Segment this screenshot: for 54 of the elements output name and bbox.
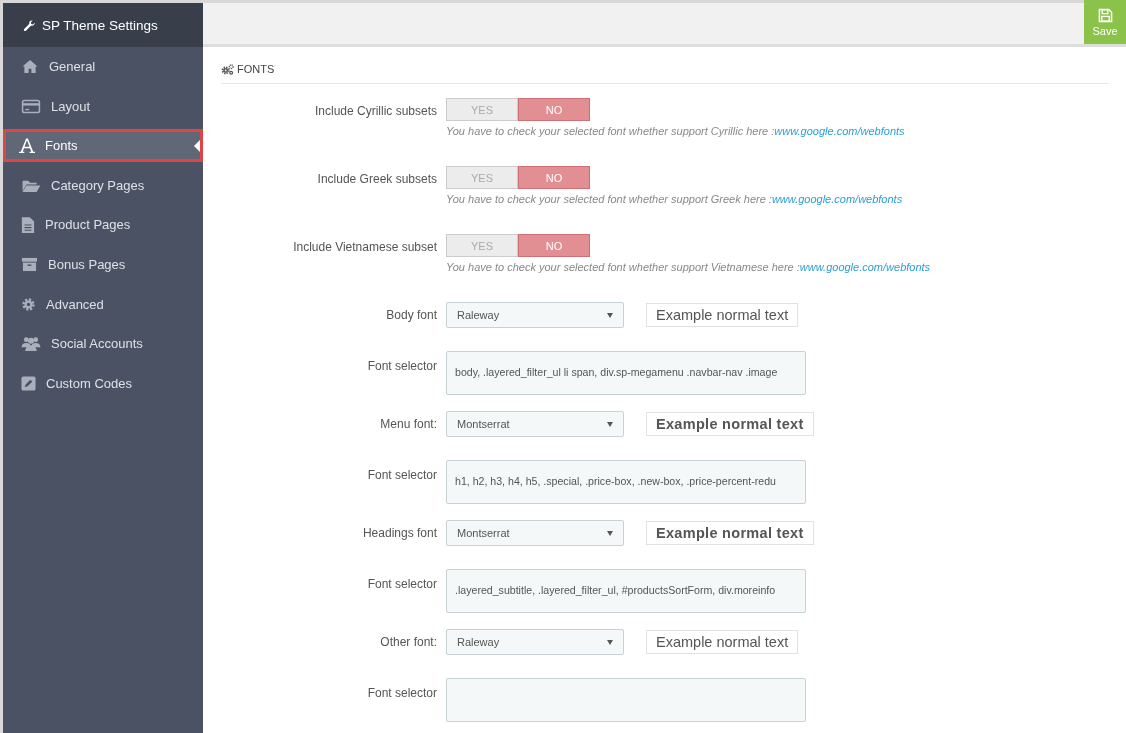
save-icon [1097, 7, 1113, 23]
field-label: Include Greek subsets [316, 171, 437, 186]
dropdown-arrow-icon [607, 639, 613, 645]
sidebar-item[interactable]: Fonts [3, 129, 203, 163]
dropdown-arrow-icon [607, 421, 613, 427]
font-dropdown[interactable]: Montserrat [446, 520, 624, 546]
sidebar-item[interactable]: Custom Codes [3, 363, 203, 404]
sidebar-item[interactable]: Bonus Pages [3, 244, 203, 285]
input-field[interactable]: .layered_subtitle, .layered_filter_ul, #productsSortForm, div.moreinfo [446, 569, 806, 613]
field-label: Font selector [366, 685, 437, 700]
font-dropdown[interactable]: Raleway [446, 302, 624, 328]
file-icon [21, 215, 35, 234]
font-preview: Example normal text [646, 303, 799, 327]
gear-icon [21, 296, 36, 312]
input-field[interactable] [446, 678, 806, 722]
input-field[interactable]: body, .layered_filter_ul li span, div.sp-megamenu .navbar-nav .image [446, 351, 806, 395]
field-label: Headings font [361, 525, 437, 540]
field-label: Body font [385, 307, 437, 322]
pencil-icon [21, 376, 36, 392]
help-text: You have to check your selected font whether support Greek here :www.google.com/webfonts [446, 193, 903, 205]
field-label: Font selector [366, 358, 437, 373]
field-label: Menu font: [379, 416, 437, 431]
letter-icon [19, 137, 35, 155]
gears-icon [221, 63, 234, 75]
section-title: FONTS [237, 63, 275, 75]
sidebar-item[interactable]: Advanced [3, 284, 203, 325]
sidebar-item[interactable]: General [3, 47, 203, 87]
sidebar-item[interactable]: Category Pages [3, 165, 203, 206]
card-icon [21, 99, 41, 115]
archive-icon [21, 257, 38, 273]
font-preview: Example normal text [646, 630, 799, 654]
sidebar-item[interactable]: Layout [3, 86, 203, 127]
field-label: Include Vietnamese subset [292, 239, 437, 254]
pointer-icon [194, 139, 200, 152]
field-label: Include Cyrillic subsets [313, 103, 437, 118]
sidebar-item[interactable]: Product Pages [3, 205, 203, 245]
home-icon [21, 59, 39, 75]
users-icon [21, 335, 41, 353]
webfonts-link[interactable]: www.google.com/webfonts [774, 125, 905, 137]
font-dropdown[interactable]: Montserrat [446, 411, 624, 437]
font-preview: Example normal text [646, 521, 814, 545]
help-text: You have to check your selected font whether support Vietnamese here :www.google.com/webfonts [446, 261, 931, 273]
dropdown-arrow-icon [607, 530, 613, 536]
field-label: Other font: [379, 634, 437, 649]
dropdown-arrow-icon [607, 312, 613, 318]
help-text: You have to check your selected font whether support Cyrillic here :www.google.com/webfonts [446, 125, 905, 137]
input-field[interactable]: h1, h2, h3, h4, h5, .special, .price-box, .new-box, .price-percent-redu [446, 460, 806, 504]
sidebar-title: SP Theme Settings [42, 17, 158, 33]
sidebar-item[interactable]: Social Accounts [3, 324, 203, 364]
wrench-icon [23, 18, 36, 32]
font-dropdown[interactable]: Raleway [446, 629, 624, 655]
font-preview: Example normal text [646, 412, 814, 436]
field-label: Font selector [366, 467, 437, 482]
field-label: Font selector [366, 576, 437, 591]
